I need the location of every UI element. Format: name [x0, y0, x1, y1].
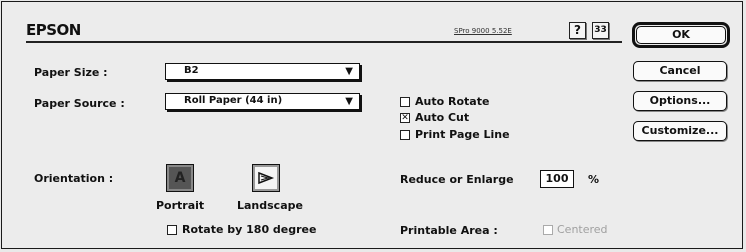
centered-label: Centered: [557, 223, 608, 236]
landscape-label: Landscape: [237, 199, 303, 212]
dropdown-arrow-icon: ▼: [345, 66, 353, 77]
paper-size-select[interactable]: B2 ▼: [165, 63, 360, 80]
reduce-enlarge-input[interactable]: 100: [540, 170, 574, 188]
check-x-icon: ✕: [401, 113, 409, 123]
help-button[interactable]: ?: [569, 22, 586, 39]
reduce-enlarge-label: Reduce or Enlarge: [400, 173, 514, 186]
portrait-orientation-icon[interactable]: A: [166, 164, 194, 192]
auto-rotate-label: Auto Rotate: [415, 95, 490, 108]
info-button[interactable]: 33: [592, 22, 609, 39]
ok-button-label: OK: [636, 26, 726, 44]
letter-a-icon: A: [174, 170, 186, 186]
ok-button[interactable]: OK: [632, 22, 730, 48]
driver-version: SPro 9000 5.52E: [454, 27, 512, 35]
rotate-180-checkbox[interactable]: [167, 225, 177, 235]
auto-rotate-checkbox[interactable]: [400, 97, 410, 107]
print-page-line-checkbox[interactable]: [400, 130, 410, 140]
paper-size-label: Paper Size :: [34, 66, 108, 79]
paper-source-value: Roll Paper (44 in): [184, 95, 283, 106]
auto-cut-checkbox[interactable]: ✕: [400, 113, 410, 123]
paper-source-select[interactable]: Roll Paper (44 in) ▼: [165, 93, 360, 110]
percent-unit: %: [588, 173, 600, 186]
print-page-line-label: Print Page Line: [415, 128, 510, 141]
paper-source-label: Paper Source :: [34, 97, 125, 110]
info-icon: 33: [594, 25, 607, 35]
landscape-orientation-icon[interactable]: [252, 164, 280, 192]
epson-logo: EPSON: [26, 21, 81, 39]
portrait-label: Portrait: [156, 199, 205, 212]
dropdown-arrow-icon: ▼: [345, 96, 353, 107]
customize-button[interactable]: Customize...: [633, 121, 727, 141]
paper-size-value: B2: [184, 65, 199, 76]
auto-cut-label: Auto Cut: [415, 111, 470, 124]
cancel-button[interactable]: Cancel: [633, 61, 727, 81]
options-button[interactable]: Options...: [633, 91, 727, 111]
printable-area-label: Printable Area :: [400, 224, 498, 237]
dialog-header: EPSON SPro 9000 5.52E: [26, 21, 622, 43]
landscape-arrow-icon: [258, 171, 275, 185]
orientation-label: Orientation :: [34, 172, 114, 185]
centered-checkbox[interactable]: [543, 225, 553, 235]
rotate-180-label: Rotate by 180 degree: [182, 223, 317, 236]
question-icon: ?: [574, 23, 581, 37]
